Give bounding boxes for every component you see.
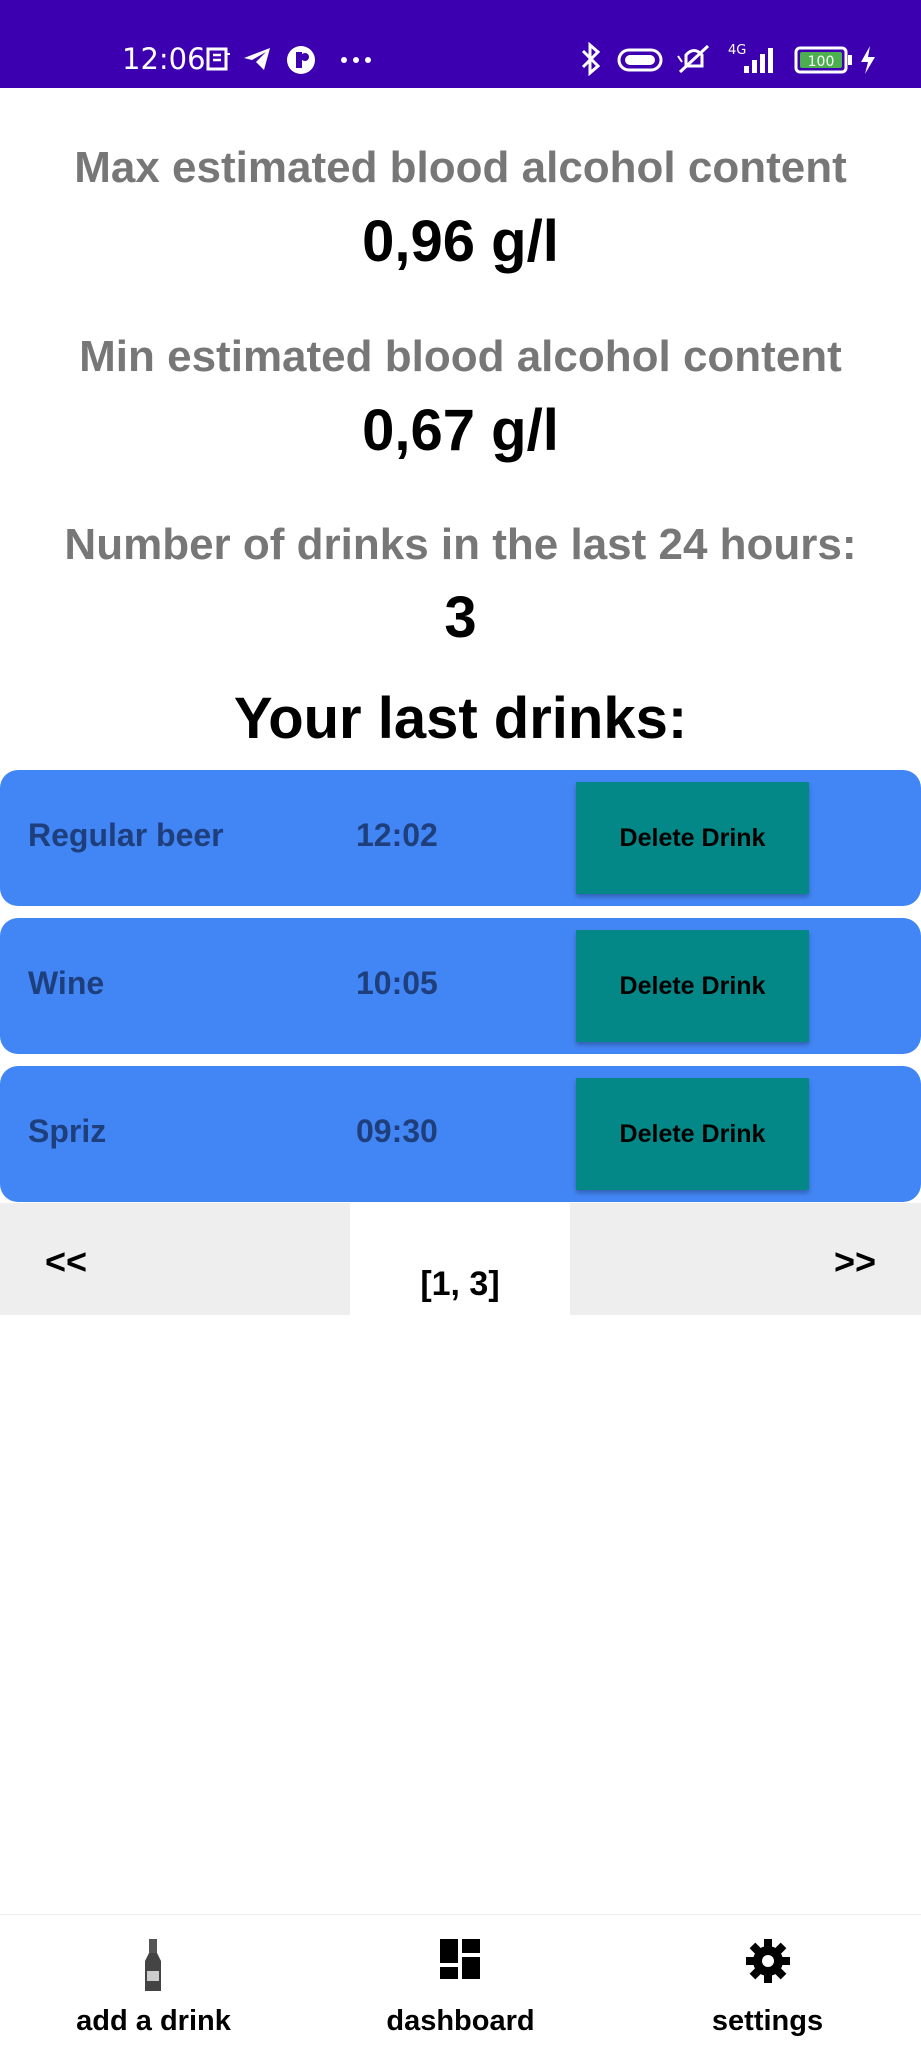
min-bac-label: Min estimated blood alcohol content: [79, 332, 842, 381]
signal-icon: 4G: [728, 43, 773, 73]
drink-row: Regular beer 12:02 Delete Drink: [0, 770, 921, 906]
nav-dashboard[interactable]: dashboard: [307, 1915, 614, 2049]
nav-add-drink-label: add a drink: [76, 2005, 231, 2037]
drink-count-label: Number of drinks in the last 24 hours:: [64, 520, 857, 569]
status-bar: 12:06 4G 100: [0, 0, 921, 88]
bluetooth-icon: [581, 42, 601, 76]
bottom-navigation: add a drink dashboard settings: [0, 1914, 921, 2049]
battery-icon: 100: [794, 46, 852, 74]
previous-page-button[interactable]: <<: [0, 1203, 350, 1315]
drink-row: Wine 10:05 Delete Drink: [0, 918, 921, 1054]
drink-count-value: 3: [444, 585, 477, 650]
nav-settings-label: settings: [711, 2005, 824, 2037]
page-indicator: [1, 3]: [420, 1265, 500, 1303]
max-bac-label: Max estimated blood alcohol content: [74, 143, 847, 192]
bottle-icon: [145, 1939, 161, 1991]
max-bac-value: 0,96 g/l: [362, 209, 559, 274]
news-icon: [206, 47, 230, 71]
mute-icon: [677, 44, 710, 74]
nav-settings[interactable]: settings: [614, 1915, 921, 2049]
last-drinks-title: Your last drinks:: [233, 686, 688, 751]
nav-add-drink[interactable]: add a drink: [0, 1915, 307, 2049]
dashboard-icon: [440, 1939, 480, 1979]
drink-name: Wine: [28, 965, 105, 1001]
min-bac-value: 0,67 g/l: [362, 398, 559, 463]
drink-time: 12:02: [356, 817, 438, 853]
telegram-icon: [244, 48, 270, 70]
network-type-label: 4G: [728, 43, 746, 58]
delete-drink-button[interactable]: Delete Drink: [576, 930, 809, 1042]
drink-name: Regular beer: [28, 817, 224, 853]
next-page-label: >>: [833, 1241, 876, 1282]
delete-drink-button[interactable]: Delete Drink: [576, 782, 809, 894]
delete-drink-button[interactable]: Delete Drink: [576, 1078, 809, 1190]
drink-time: 10:05: [356, 965, 438, 1001]
status-time: 12:06: [122, 42, 206, 76]
next-page-button[interactable]: >>: [570, 1203, 921, 1315]
previous-page-label: <<: [45, 1241, 88, 1282]
drink-time: 09:30: [356, 1113, 438, 1149]
more-notifications-icon: [341, 57, 371, 63]
vr-headset-icon: [617, 48, 663, 72]
pagination: << [1, 3] >>: [0, 1203, 921, 1315]
nav-dashboard-label: dashboard: [386, 2005, 535, 2037]
gear-icon: [746, 1939, 790, 1983]
battery-level: 100: [808, 54, 835, 70]
drink-name: Spriz: [28, 1113, 107, 1149]
app-icon: [287, 46, 315, 74]
charging-icon: [861, 46, 875, 74]
drink-row: Spriz 09:30 Delete Drink: [0, 1066, 921, 1202]
